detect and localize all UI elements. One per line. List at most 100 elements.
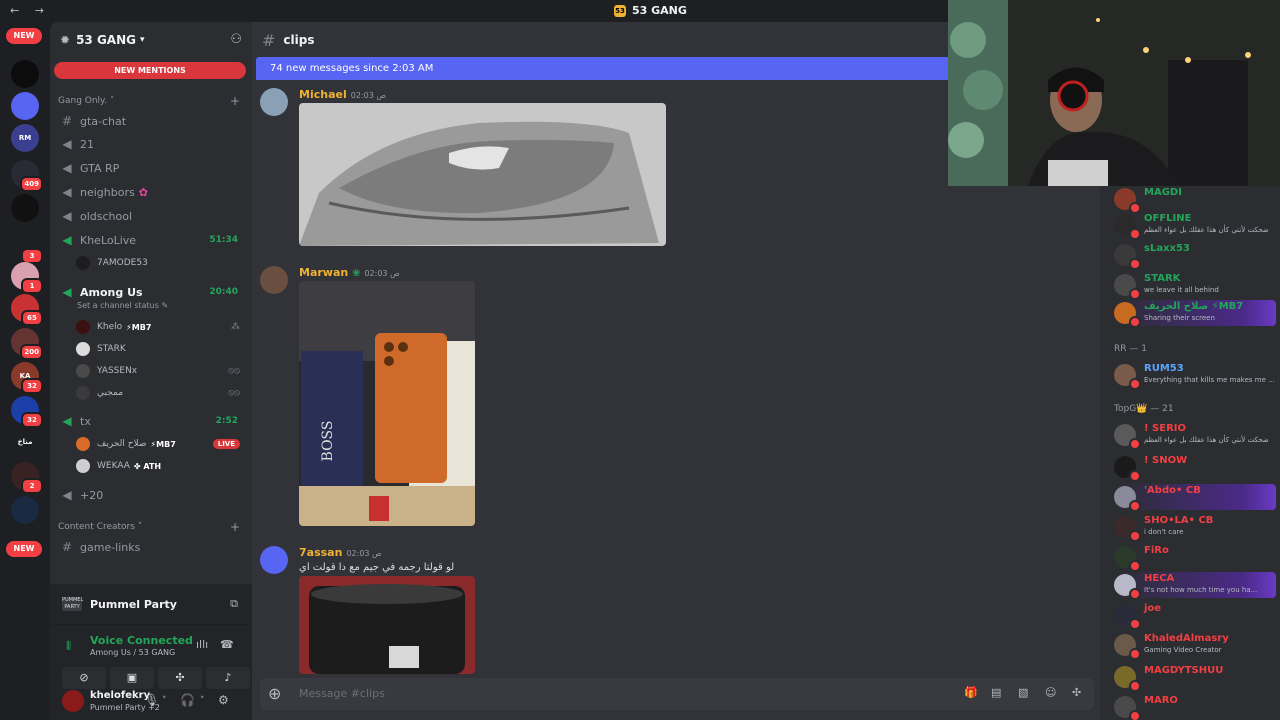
new-unread-pill-top[interactable]: NEW xyxy=(6,28,42,44)
soundboard-button[interactable]: ♪ xyxy=(206,667,250,689)
voice-user[interactable]: ممجبي ⦸⦸ xyxy=(76,383,246,403)
avatar[interactable] xyxy=(260,88,288,116)
message-input[interactable]: Message #clips xyxy=(299,687,385,700)
server-icon[interactable]: 200 xyxy=(11,328,43,360)
member-item[interactable]: HECA It's not how much time you ha... xyxy=(1114,572,1276,600)
member-item[interactable]: ! SERIO ضحكت لأنتي كأن هذا عقلك بل عواء ا… xyxy=(1114,422,1276,450)
server-icon[interactable] xyxy=(11,60,39,88)
avatar[interactable] xyxy=(62,690,84,712)
voice-user[interactable]: Khelo ⚡MB7 ⁂ xyxy=(76,317,246,337)
popout-icon[interactable]: ⧉ xyxy=(230,597,238,611)
voice-user[interactable]: YASSENx ⦸⦸ xyxy=(76,361,246,381)
invite-people-icon[interactable]: ⚇ xyxy=(230,32,242,47)
member-status: ضحكت لأنتي كأن هذا عقلك بل عواء العظم xyxy=(1144,436,1269,444)
server-icon[interactable] xyxy=(11,496,39,524)
member-item[interactable]: RUM53 Everything that kills me makes me .… xyxy=(1114,362,1276,390)
member-item[interactable]: sLaxx53 xyxy=(1114,242,1276,270)
new-mentions-button[interactable]: NEW MENTIONS xyxy=(54,62,246,79)
member-name: joe xyxy=(1144,603,1162,614)
guild-header[interactable]: ✹ 53 GANG ▾ ⚇ xyxy=(50,22,252,58)
message-author[interactable]: Marwan ❀ 02:03 ص xyxy=(299,266,400,279)
member-item[interactable]: MAGDYTSHUU xyxy=(1114,664,1276,692)
disconnect-icon[interactable]: ☎ xyxy=(220,638,234,651)
noise-suppression-icon[interactable]: ıllı xyxy=(196,638,208,651)
server-icon[interactable] xyxy=(11,194,39,222)
server-icon[interactable]: 1 xyxy=(11,262,43,294)
gear-icon[interactable]: ⚙ xyxy=(218,693,229,707)
voice-user[interactable]: صلاح الحريف ⚡MB7 LIVE xyxy=(76,434,246,454)
server-icon[interactable]: RM xyxy=(11,124,39,152)
activities-button[interactable]: ✣ xyxy=(158,667,202,689)
server-icon[interactable]: 409 xyxy=(11,160,43,192)
voice-status-sub[interactable]: Among Us / 53 GANG xyxy=(90,648,175,657)
gift-icon[interactable]: 🎁 xyxy=(964,686,978,699)
add-channel-icon[interactable]: + xyxy=(230,520,240,534)
server-icon[interactable]: 2 xyxy=(11,462,43,494)
share-screen-button[interactable]: ▣ xyxy=(110,667,154,689)
avatar[interactable] xyxy=(260,546,288,574)
channel-among-us[interactable]: ◀ Among Us 20:40 xyxy=(56,282,244,302)
member-item[interactable]: joe xyxy=(1114,602,1276,630)
member-item[interactable]: MAGDI xyxy=(1114,186,1276,214)
channel-label: +20 xyxy=(80,488,104,502)
camera-off-button[interactable]: ⊘ xyxy=(62,667,106,689)
apps-icon[interactable]: ✣ xyxy=(1072,686,1081,699)
voice-user-7amode53[interactable]: 7AMODE53 xyxy=(76,253,246,273)
channel-game-links[interactable]: # game-links xyxy=(56,537,244,557)
gif-icon[interactable]: ▤ xyxy=(991,686,1001,699)
emoji-icon[interactable]: ☺ xyxy=(1045,686,1056,699)
member-item[interactable]: STARK we leave it all behind xyxy=(1114,272,1276,300)
new-unread-pill-bottom[interactable]: NEW xyxy=(6,541,42,557)
channel-oldschool[interactable]: ◀ oldschool xyxy=(56,206,244,226)
voice-user[interactable]: STARK xyxy=(76,339,246,359)
new-messages-bar[interactable]: 74 new messages since 2:03 AM xyxy=(256,57,956,80)
channel-21[interactable]: ◀ 21 xyxy=(56,134,244,154)
channel-status[interactable]: Set a channel status ✎ xyxy=(77,301,168,310)
category-content-creators[interactable]: Content Creators ˅ + xyxy=(58,520,240,534)
member-item[interactable]: ! SNOW xyxy=(1114,454,1276,482)
channel-gta-rp[interactable]: ◀ GTA RP xyxy=(56,158,244,178)
voice-user[interactable]: WEKAA ✤ ATH xyxy=(76,456,246,476)
channel-khelolive[interactable]: ◀ KheLoLive 51:34 xyxy=(56,230,244,250)
server-icon[interactable] xyxy=(11,92,39,120)
sticker-icon[interactable]: ▧ xyxy=(1018,686,1028,699)
signal-icon[interactable]: ⦀ xyxy=(66,639,71,654)
category-gang-only[interactable]: Gang Only. ˅ + xyxy=(58,94,240,108)
member-item[interactable]: KhaledAlmasry Gaming Video Creator xyxy=(1114,632,1276,660)
back-forward-arrows[interactable]: ← → xyxy=(10,4,50,17)
server-icon[interactable]: 65 xyxy=(11,294,43,326)
headphones-icon[interactable]: 🎧 xyxy=(180,693,195,707)
member-item[interactable]: MARO xyxy=(1114,694,1276,720)
channel-gta-chat[interactable]: # gta-chat xyxy=(56,111,244,131)
channel-neighbors[interactable]: ◀ neighbors ✿ xyxy=(56,182,244,202)
server-icon[interactable]: 32 xyxy=(11,396,43,428)
member-item[interactable]: SHO•LA• CB i don't care xyxy=(1114,514,1276,542)
voice-timer: 2:52 xyxy=(215,416,238,426)
member-item[interactable]: OFFLINE ضحكت لأنتي كأن هذا عقلك بل عواء ا… xyxy=(1114,212,1276,240)
message-author[interactable]: 7assan 02:03 ص xyxy=(299,546,382,559)
activity-panel[interactable]: PUMMEL PARTY Pummel Party ⧉ xyxy=(50,584,252,624)
image-attachment[interactable]: BOSS xyxy=(299,281,475,526)
voice-status-title[interactable]: Voice Connected xyxy=(90,634,193,647)
server-icon[interactable]: KA 32 xyxy=(11,362,43,394)
member-item[interactable]: 'Abdo• CB xyxy=(1114,484,1276,512)
channel-more[interactable]: ◀ +20 xyxy=(56,485,244,505)
add-channel-icon[interactable]: + xyxy=(230,94,240,108)
chevron-down-icon[interactable]: ˅ xyxy=(162,696,167,706)
guild-icon: 53 xyxy=(614,4,626,17)
channel-tx[interactable]: ◀ tx 2:52 xyxy=(56,411,244,431)
message-author[interactable]: Michael 02:03 ص xyxy=(299,88,386,101)
username[interactable]: khelofekry xyxy=(90,690,150,701)
image-attachment[interactable] xyxy=(299,103,666,246)
member-item[interactable]: صلاح الحريف ⚡MB7 Sharing their screen xyxy=(1114,300,1276,328)
voice-user-name: YASSENx xyxy=(97,366,138,376)
member-item[interactable]: FiRo xyxy=(1114,544,1276,572)
server-icon[interactable]: 3 xyxy=(11,232,43,264)
image-attachment[interactable] xyxy=(299,576,475,674)
server-icon[interactable]: مناخ xyxy=(11,428,39,456)
avatar[interactable] xyxy=(260,266,288,294)
microphone-icon[interactable]: 🎙 xyxy=(144,693,159,707)
chevron-down-icon[interactable]: ˅ xyxy=(200,696,205,706)
add-attachment-icon[interactable]: ⊕ xyxy=(268,684,281,703)
member-name: صلاح الحريف ⚡MB7 xyxy=(1144,301,1244,312)
